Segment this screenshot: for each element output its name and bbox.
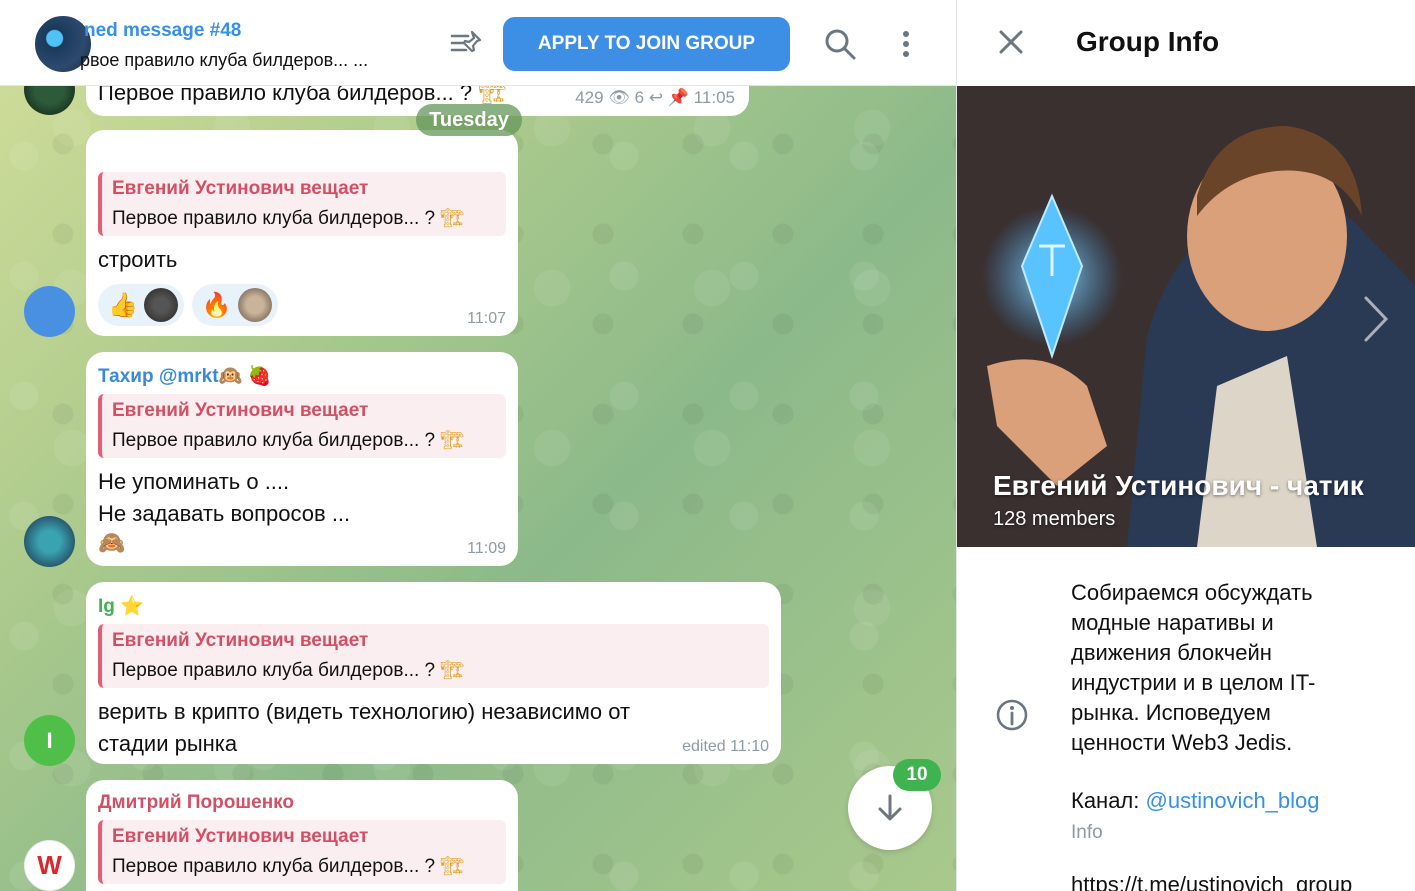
strawberry-emoji: 🍓	[247, 366, 272, 387]
crane-emoji: 🏗	[440, 660, 465, 681]
chevron-right-icon[interactable]	[1362, 294, 1390, 344]
group-description-block[interactable]: Собираемся обсуждать модные наративы и д…	[1071, 578, 1371, 844]
group-description: Собираемся обсуждать модные наративы и д…	[1071, 580, 1316, 755]
sender-avatar[interactable]: I	[24, 715, 75, 766]
info-header: Group Info	[957, 0, 1415, 86]
reaction-thumbs-up[interactable]: 👍	[98, 284, 184, 326]
message-text: строить	[98, 247, 178, 272]
message-time: 11:09	[467, 540, 506, 557]
thumbs-up-emoji: 👍	[108, 291, 138, 319]
group-link[interactable]: https://t.me/ustinovich_group	[1071, 872, 1352, 891]
reply-author: Евгений Устинович вещает	[112, 400, 369, 421]
message-time: 11:05	[693, 88, 735, 107]
reaction-fire[interactable]: 🔥	[191, 284, 278, 326]
monkey-sticker: 🙈	[98, 530, 126, 555]
arrow-down-icon	[878, 794, 902, 821]
message-stats: 429 👁 6 ↩ 📌 11:05	[575, 88, 735, 108]
reply-text: Первое правило клуба билдеров... ?	[112, 856, 436, 877]
chat-area: ned message #48 рвое правило клуба билде…	[0, 0, 956, 891]
reply-text: Первое правило клуба билдеров... ?	[112, 660, 436, 681]
fire-emoji: 🔥	[201, 291, 232, 319]
reactor-avatar	[143, 288, 178, 322]
reply-quote[interactable]: Евгений Устинович вещает Первое правило …	[98, 394, 506, 458]
replies-count: 6	[634, 88, 645, 107]
group-cover-image[interactable]: Евгений Устинович - чатик 128 members	[957, 86, 1415, 547]
reply-author: Евгений Устинович вещает	[112, 826, 369, 847]
message-text: верить в крипто (видеть технологию) неза…	[98, 699, 631, 756]
sender-avatar[interactable]	[24, 286, 75, 337]
sender-avatar[interactable]	[24, 516, 75, 567]
crane-emoji: 🏗	[440, 208, 465, 229]
reply-text: Первое правило клуба билдеров... ?	[112, 430, 436, 451]
star-emoji: ⭐	[120, 596, 144, 617]
reply-text: Первое правило клуба билдеров... ?	[112, 208, 436, 229]
message-bubble[interactable]: Ig ⭐ Евгений Устинович вещает Первое пра…	[86, 582, 781, 764]
reactions: 👍 🔥	[98, 284, 506, 326]
members-count[interactable]: 128 members	[993, 508, 1115, 531]
panel-title: Group Info	[1076, 26, 1220, 57]
channel-link[interactable]: @ustinovich_blog	[1146, 788, 1320, 813]
sender-name[interactable]: Дмитрий Порошенко	[98, 792, 506, 814]
pinned-text[interactable]: рвое правило клуба билдеров... ...	[80, 50, 368, 71]
reply-quote[interactable]: Евгений Устинович вещает Первое правило …	[98, 624, 769, 688]
group-name: Евгений Устинович - чатик	[993, 470, 1364, 501]
views-count: 429	[575, 88, 604, 107]
day-separator: Tuesday	[416, 104, 522, 136]
crane-emoji: 🏗	[440, 856, 465, 877]
reply-quote[interactable]: Евгений Устинович вещает Первое правило …	[98, 172, 506, 236]
message-text-line: Не упоминать о ....	[98, 469, 290, 494]
search-icon[interactable]	[824, 28, 856, 60]
message-bubble[interactable]: Тахир @mrkt🙉 🍓 Евгений Устинович вещает …	[86, 352, 518, 566]
menu-icon[interactable]	[896, 28, 916, 60]
apply-to-join-button[interactable]: APPLY TO JOIN GROUP	[503, 17, 790, 71]
channel-label: Канал:	[1071, 788, 1140, 813]
group-info-panel: Group Info Евгений Устинович - чатик 128…	[956, 0, 1415, 891]
sender-avatar[interactable]: W	[24, 840, 75, 891]
reply-author: Евгений Устинович вещает	[112, 178, 369, 199]
reactor-avatar	[237, 288, 272, 322]
eye-icon: 👁	[608, 88, 630, 107]
reply-quote[interactable]: Евгений Устинович вещает Первое правило …	[98, 820, 506, 884]
pin-icon: 📌	[667, 88, 689, 107]
message-bubble[interactable]: Дмитрий Порошенко Евгений Устинович веща…	[86, 780, 518, 891]
message-text-line: Не задавать вопросов ...	[98, 501, 351, 526]
crane-emoji: 🏗	[440, 430, 465, 451]
reply-icon: ↩	[648, 88, 664, 107]
message-bubble[interactable]: Евгений Устинович вещает Первое правило …	[86, 130, 518, 336]
sender-name[interactable]: Тахир @mrkt🙉	[98, 366, 242, 387]
pinned-title[interactable]: ned message #48	[84, 20, 241, 42]
sender-name[interactable]: Ig	[98, 596, 115, 617]
info-icon	[996, 699, 1028, 731]
pinned-message-bar[interactable]: ned message #48 рвое правило клуба билде…	[0, 0, 956, 86]
pinned-list-icon[interactable]	[450, 28, 484, 58]
unread-count-badge: 10	[893, 759, 941, 791]
close-icon[interactable]	[997, 28, 1025, 56]
info-label: Info	[1071, 822, 1103, 843]
message-time: edited 11:10	[682, 738, 769, 755]
message-time: 11:07	[467, 310, 506, 327]
reply-author: Евгений Устинович вещает	[112, 630, 369, 651]
